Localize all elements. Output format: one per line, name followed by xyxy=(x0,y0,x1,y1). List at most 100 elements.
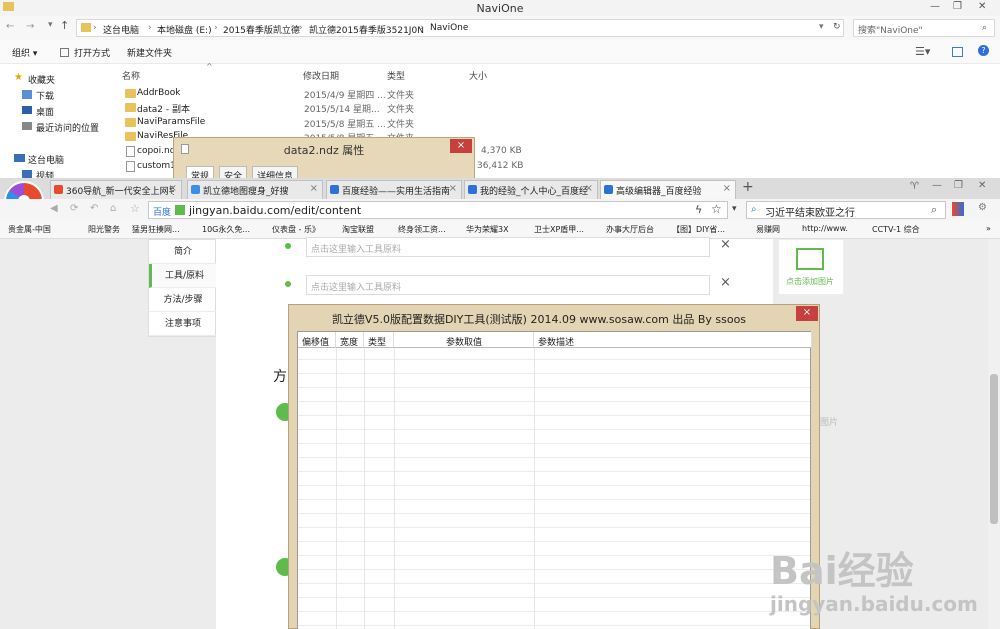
forward-icon[interactable]: ⟳ xyxy=(70,203,78,214)
browser-tab[interactable]: 凯立德地图瘦身_好搜 × xyxy=(187,180,323,199)
browser-search-input[interactable]: ⌕ 习近平结束欧亚之行 ⌕ xyxy=(746,201,946,219)
bookmark-item[interactable]: 卫士XP盾甲... xyxy=(534,224,584,235)
lightning-icon[interactable]: ϟ xyxy=(695,203,702,216)
bookmark-item[interactable]: http://www. xyxy=(802,224,848,233)
close-button[interactable]: × xyxy=(796,306,818,321)
grid-header-type[interactable]: 类型 xyxy=(364,332,394,348)
grid-divider xyxy=(534,348,535,629)
star-icon[interactable]: ☆ xyxy=(130,202,140,215)
column-header-type[interactable]: 类型 xyxy=(387,69,405,82)
nav-favorites[interactable]: 收藏夹 xyxy=(28,73,55,86)
explorer-search-input[interactable]: 搜索"NaviOne" ⌕ xyxy=(853,19,995,37)
side-nav-item[interactable]: 简介 xyxy=(149,240,217,264)
help-icon[interactable]: ? xyxy=(978,45,989,56)
column-header-size[interactable]: 大小 xyxy=(469,69,487,82)
bookmark-item[interactable]: 淘宝联盟 xyxy=(342,224,374,235)
maximize-icon[interactable]: ❐ xyxy=(954,180,963,191)
address-bar[interactable]: › 这台电脑 › 本地磁盘 (E:) › 2015春季版凯立德 › 凯立德201… xyxy=(76,19,844,37)
forward-arrow-icon[interactable]: → xyxy=(26,21,34,32)
page-scrollbar[interactable] xyxy=(988,239,1000,629)
new-tab-button[interactable]: + xyxy=(742,179,754,195)
search-icon[interactable]: ⌕ xyxy=(931,203,937,217)
grid-header-width[interactable]: 宽度 xyxy=(336,332,364,348)
bookmark-item[interactable]: 10G永久免... xyxy=(202,224,250,235)
side-nav-item-active[interactable]: 工具/原料 xyxy=(149,264,217,288)
browser-tab[interactable]: 360导航_新一代安全上网导 × xyxy=(50,180,182,199)
breadcrumb-item[interactable]: 本地磁盘 (E:) xyxy=(157,23,212,36)
back-arrow-icon[interactable]: ◀ xyxy=(50,203,58,214)
shirt-icon[interactable]: ♈ xyxy=(910,181,919,192)
site-favicon-icon xyxy=(54,185,63,194)
chevron-down-icon[interactable]: ▾ xyxy=(819,22,824,32)
side-nav-item[interactable]: 方法/步骤 xyxy=(149,288,217,312)
browser-tab[interactable]: 百度经验——实用生活指南 × xyxy=(326,180,462,199)
remove-icon[interactable]: × xyxy=(720,275,731,290)
tab-close-icon[interactable]: × xyxy=(310,183,318,194)
bookmark-item[interactable]: 易赚网 xyxy=(756,224,780,235)
tool-input[interactable]: 点击这里输入工具原料 xyxy=(306,275,710,295)
bookmark-item[interactable]: 仪表盘 - 乐》 xyxy=(272,224,320,235)
browser-nav-bar: ◀ ⟳ ↶ ⌂ ☆ 百度 jingyan.baidu.com/edit/cont… xyxy=(0,199,1000,221)
file-row[interactable]: AddrBook 2015/4/9 星期四 ... 文件夹 xyxy=(118,87,618,101)
refresh-icon[interactable]: ↻ xyxy=(833,22,841,32)
grid-header-description[interactable]: 参数描述 xyxy=(534,332,812,348)
bookmark-item[interactable]: 猛男狂揍网... xyxy=(132,224,180,235)
nav-recent[interactable]: 最近访问的位置 xyxy=(36,121,99,134)
minimize-icon[interactable]: — xyxy=(930,1,940,12)
browser-tab[interactable]: 我的经验_个人中心_百度经 × xyxy=(464,180,598,199)
grid-header-offset[interactable]: 偏移值 xyxy=(298,332,336,348)
breadcrumb-item[interactable]: 这台电脑 xyxy=(103,23,139,36)
tool-input[interactable]: 点击这里输入工具原料 xyxy=(306,237,710,257)
extension-icon[interactable] xyxy=(952,202,964,216)
nav-downloads[interactable]: 下载 xyxy=(36,89,54,102)
maximize-icon[interactable]: ❐ xyxy=(953,1,962,12)
tab-close-icon[interactable]: × xyxy=(585,183,593,194)
minimize-icon[interactable]: — xyxy=(932,180,942,191)
bookmark-star-icon[interactable]: ☆ xyxy=(711,202,722,216)
preview-pane-icon[interactable] xyxy=(952,47,963,57)
nav-this-pc[interactable]: 这台电脑 xyxy=(28,153,64,166)
nav-desktop[interactable]: 桌面 xyxy=(36,105,54,118)
browser-tab-active[interactable]: 高级编辑器_百度经验 × xyxy=(600,180,736,199)
breadcrumb-item[interactable]: NaviOne xyxy=(430,23,468,33)
chevron-down-icon[interactable]: ▾ xyxy=(732,204,737,214)
bookmark-item[interactable]: 办事大厅后台 xyxy=(606,224,654,235)
breadcrumb-item[interactable]: 2015春季版凯立德 xyxy=(223,23,300,36)
scrollbar-thumb[interactable] xyxy=(990,374,998,524)
remove-icon[interactable]: × xyxy=(720,237,731,252)
close-icon[interactable]: ✕ xyxy=(978,1,986,12)
bookmarks-overflow-icon[interactable]: » xyxy=(986,224,991,233)
up-arrow-icon[interactable]: ↑ xyxy=(60,19,69,32)
home-icon[interactable]: ⌂ xyxy=(110,203,116,214)
chevron-down-icon[interactable]: ▾ xyxy=(48,20,53,30)
bookmark-item[interactable]: 贵金属-中国 xyxy=(8,224,51,235)
add-image-panel[interactable]: 点击添加图片 xyxy=(778,239,844,295)
open-with-button[interactable]: 打开方式 xyxy=(74,46,110,59)
undo-icon[interactable]: ↶ xyxy=(90,203,98,214)
breadcrumb-item[interactable]: 凯立德2015春季版3521J0N xyxy=(309,23,424,36)
new-folder-button[interactable]: 新建文件夹 xyxy=(127,46,172,59)
tab-close-icon[interactable]: × xyxy=(449,183,457,194)
side-nav-item[interactable]: 注意事项 xyxy=(149,312,217,336)
close-button[interactable]: × xyxy=(450,139,472,153)
close-icon[interactable]: ✕ xyxy=(978,180,986,191)
bookmark-item[interactable]: 【图】DIY省... xyxy=(672,224,725,235)
bookmark-item[interactable]: 终身领工资... xyxy=(398,224,446,235)
organize-button[interactable]: 组织 ▾ xyxy=(12,46,37,59)
file-row[interactable]: NaviParamsFile 2015/5/8 星期五 ... 文件夹 xyxy=(118,116,618,130)
bookmark-item[interactable]: 华为荣耀3X xyxy=(466,224,509,235)
grid-header-value[interactable]: 参数取值 xyxy=(394,332,534,348)
grid-divider xyxy=(364,348,365,629)
bookmark-item[interactable]: 阳光警务 xyxy=(88,224,120,235)
tab-close-icon[interactable]: × xyxy=(169,183,177,194)
bookmark-item[interactable]: CCTV-1 综合 xyxy=(872,224,920,235)
column-header-name[interactable]: 名称 xyxy=(122,69,140,82)
file-row[interactable]: data2 - 副本 2015/5/14 星期... 文件夹 xyxy=(118,101,618,115)
tab-close-icon[interactable]: × xyxy=(723,183,731,194)
parameter-grid[interactable]: 偏移值 宽度 类型 参数取值 参数描述 xyxy=(297,331,812,629)
back-arrow-icon[interactable]: ← xyxy=(6,21,14,32)
url-bar[interactable]: 百度 jingyan.baidu.com/edit/content ϟ ☆ xyxy=(148,201,728,219)
column-header-date[interactable]: 修改日期 xyxy=(303,69,339,82)
tools-icon[interactable]: ⚙ xyxy=(978,202,987,213)
view-options-icon[interactable]: ☰▾ xyxy=(915,45,930,58)
